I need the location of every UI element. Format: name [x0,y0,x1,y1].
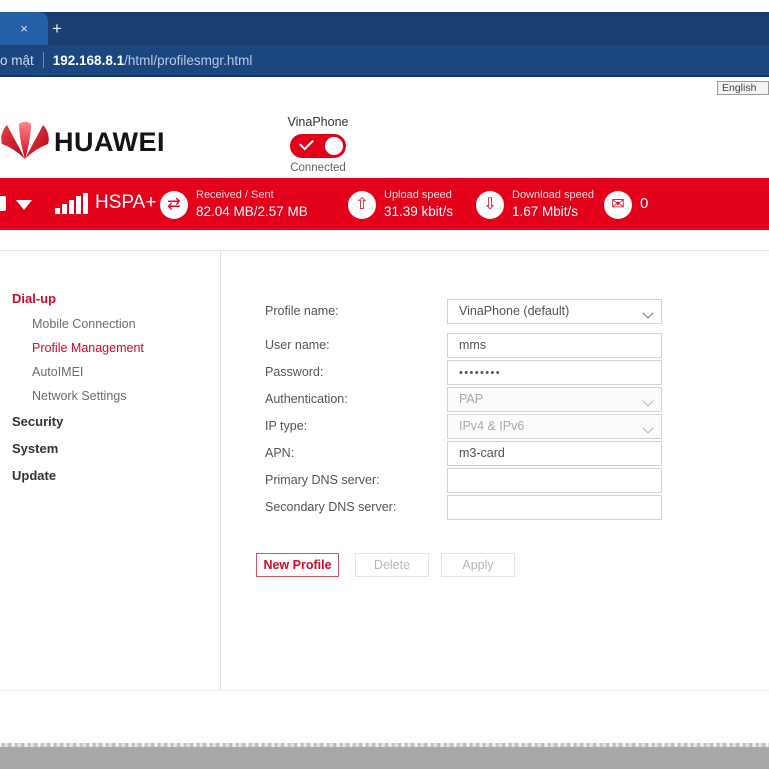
chevron-down-icon[interactable] [16,200,32,210]
sidebar-item-mobile-connection[interactable]: Mobile Connection [10,312,210,336]
connection-status: Connected [285,162,351,174]
new-tab-button[interactable]: + [46,19,68,40]
chevron-down-icon [642,395,653,406]
upload-speed-value: 31.39 kbit/s [384,204,453,219]
url-path: /html/profilesmgr.html [124,53,252,68]
chevron-down-icon [642,422,653,433]
row-password: Password: •••••••• [265,360,665,387]
authentication-label: Authentication: [265,392,348,406]
message-count: 0 [640,195,648,212]
screenshot-root: × + o mật 192.168.8.1 /html/profilesmgr.… [0,0,769,769]
user-name-control[interactable]: mms [447,333,662,358]
authentication-value: PAP [459,392,483,406]
sidebar-item-profile-management[interactable]: Profile Management [10,336,210,360]
download-speed-label: Download speed [512,189,594,201]
chevron-down-icon [642,307,653,318]
tab-close-icon[interactable]: × [15,20,33,38]
user-name-label: User name: [265,338,330,352]
secondary-dns-input[interactable] [447,495,662,520]
row-secondary-dns: Secondary DNS server: [265,495,665,522]
received-sent-value: 82.04 MB/2.57 MB [196,204,308,219]
upload-speed-label: Upload speed [384,189,452,201]
new-profile-button[interactable]: New Profile [256,553,339,577]
row-ip-type: IP type: IPv4 & IPv6 [265,414,665,441]
sidebar-item-network-settings[interactable]: Network Settings [10,384,210,408]
page-header: HUAWEI VinaPhone Connected [0,97,769,178]
sim-card-icon [0,196,6,211]
exchange-arrows-icon: ⇄ [160,191,188,219]
brand-name: HUAWEI [54,127,165,158]
window-titlebar [0,0,769,12]
delete-button[interactable]: Delete [355,553,429,577]
content-bottom-rule [0,690,769,691]
secondary-dns-control[interactable] [447,495,662,520]
row-profile-name: Profile name: VinaPhone (default) [265,299,665,333]
sidebar-item-security[interactable]: Security [10,408,210,435]
address-divider [43,52,44,68]
browser-tabstrip [0,12,769,45]
url-host: 192.168.8.1 [53,53,124,68]
profile-name-value: VinaPhone (default) [459,304,569,318]
authentication-select[interactable]: PAP [447,387,662,412]
user-name-input[interactable]: mms [447,333,662,358]
connection-toggle[interactable] [290,134,346,158]
connection-widget: VinaPhone Connected [285,115,351,174]
apn-control[interactable]: m3-card [447,441,662,466]
profile-name-select[interactable]: VinaPhone (default) [447,299,662,324]
apply-button[interactable]: Apply [441,553,515,577]
form-actions: New Profile Delete Apply [256,553,656,577]
row-primary-dns: Primary DNS server: [265,468,665,495]
sidebar-divider [220,251,221,691]
apn-input[interactable]: m3-card [447,441,662,466]
password-label: Password: [265,365,323,379]
received-sent-label: Received / Sent [196,189,274,201]
huawei-flower-icon [0,121,52,161]
security-status-label: o mật [0,53,34,68]
ip-type-label: IP type: [265,419,307,433]
primary-dns-control[interactable] [447,468,662,493]
row-apn: APN: m3-card [265,441,665,468]
language-selector[interactable]: English [717,81,769,95]
password-input[interactable]: •••••••• [447,360,662,385]
router-page: English HUAWEI [0,77,769,769]
row-user-name: User name: mms [265,333,665,360]
sidebar-item-update[interactable]: Update [10,462,210,489]
arrow-down-icon: ⇩ [476,191,504,219]
arrow-up-icon: ⇧ [348,191,376,219]
address-bar-content: o mật 192.168.8.1 /html/profilesmgr.html [0,45,769,75]
sidebar-item-autoimei[interactable]: AutoIMEI [10,360,210,384]
download-speed-value: 1.67 Mbit/s [512,204,578,219]
ip-type-select[interactable]: IPv4 & IPv6 [447,414,662,439]
ip-type-control[interactable]: IPv4 & IPv6 [447,414,662,439]
authentication-control[interactable]: PAP [447,387,662,412]
primary-dns-input[interactable] [447,468,662,493]
screen-bottom-artifact [0,747,769,769]
secondary-dns-label: Secondary DNS server: [265,500,396,514]
sidebar-item-dial-up[interactable]: Dial-up [10,285,210,312]
content-top-rule [0,250,769,251]
ip-type-value: IPv4 & IPv6 [459,419,524,433]
password-control[interactable]: •••••••• [447,360,662,385]
sidebar: Dial-up Mobile Connection Profile Manage… [10,285,210,489]
envelope-icon: ✉ [604,191,632,219]
profile-name-label: Profile name: [265,304,339,318]
apn-label: APN: [265,446,294,460]
network-type-label: HSPA+ [95,192,156,214]
check-icon [299,136,314,151]
huawei-logo: HUAWEI [0,121,158,163]
carrier-name: VinaPhone [285,115,351,129]
row-authentication: Authentication: PAP [265,387,665,414]
profile-name-control[interactable]: VinaPhone (default) [447,299,662,324]
sidebar-item-system[interactable]: System [10,435,210,462]
signal-strength-icon [55,194,91,214]
status-bar: HSPA+ ⇄ Received / Sent 82.04 MB/2.57 MB… [0,178,769,230]
toggle-knob [325,137,343,155]
primary-dns-label: Primary DNS server: [265,473,380,487]
profile-form: Profile name: VinaPhone (default) User n… [265,299,665,522]
